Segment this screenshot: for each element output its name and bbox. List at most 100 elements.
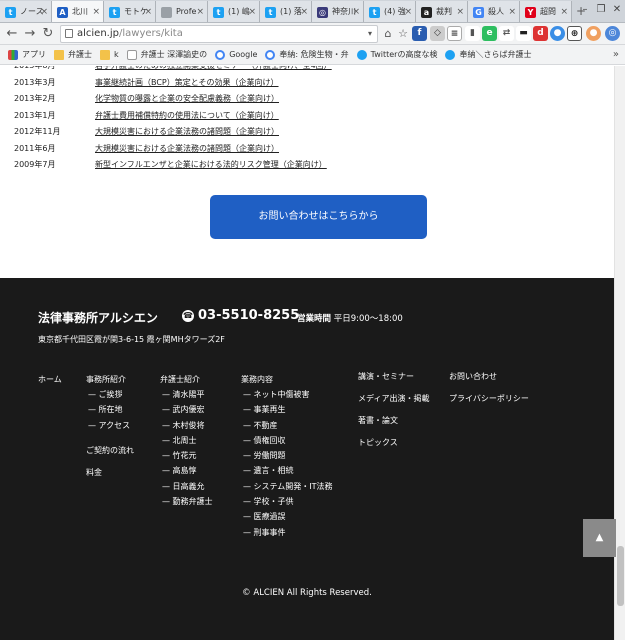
footer-sublink[interactable]: 刑事事件 <box>241 525 333 540</box>
footer-sublink[interactable]: 医療過誤 <box>241 509 333 524</box>
browser-tab[interactable]: t モトケ × <box>104 1 156 22</box>
extension-icon-6[interactable]: d <box>533 26 548 41</box>
tab-close-icon[interactable]: × <box>300 1 308 22</box>
bookmark-item[interactable]: アプリ <box>8 49 46 60</box>
address-bar[interactable]: alcien.jp/lawyers/kita <box>60 25 378 43</box>
scrollbar-thumb[interactable] <box>617 546 624 606</box>
footer-link-home[interactable]: ホーム <box>38 372 62 387</box>
extension-icon-5[interactable]: ▬ <box>516 26 531 41</box>
tab-close-icon[interactable]: × <box>196 1 204 22</box>
tab-close-icon[interactable]: × <box>144 1 152 22</box>
footer-sublink[interactable]: アクセス <box>86 418 134 433</box>
footer-sublink[interactable]: 所在地 <box>86 402 134 417</box>
bookmark-star-icon[interactable]: ☆ <box>395 25 411 43</box>
bookmark-item[interactable]: 奉納: 危険生物・弁 <box>265 49 349 60</box>
publication-link[interactable]: 化学物質の曝露と企業の安全配慮義務（企業向け） <box>95 91 279 108</box>
footer-sublink[interactable]: 高島惇 <box>160 463 213 478</box>
bookmark-label: k <box>114 50 119 59</box>
tab-close-icon[interactable]: × <box>508 1 516 22</box>
browser-tab[interactable]: Y 超問 × <box>520 1 572 22</box>
extension-icon-2[interactable]: ◇ <box>430 26 445 41</box>
extension-icon-7[interactable]: ● <box>550 26 565 41</box>
tab-close-icon[interactable]: × <box>456 1 464 22</box>
footer-heading[interactable]: 弁護士紹介 <box>160 372 213 387</box>
publication-link[interactable]: 大規模災害における企業法務の諸問題（企業向け） <box>95 124 279 141</box>
bookmark-item[interactable]: 奉納＼さらば弁護士 <box>445 49 531 60</box>
contact-button[interactable]: お問い合わせはこちらから <box>210 195 427 239</box>
footer-sublink[interactable]: 勤務弁護士 <box>160 494 213 509</box>
extension-icon-8[interactable]: ⊕ <box>567 26 582 41</box>
phone-number[interactable]: ☎ 03-5510-8255 <box>182 308 299 323</box>
footer-sublink[interactable]: 労働問題 <box>241 448 333 463</box>
footer-sublink[interactable]: 日高義允 <box>160 479 213 494</box>
firm-name[interactable]: 法律事務所アルシエン <box>38 309 158 326</box>
footer-link[interactable]: メディア出演・掲載 <box>358 388 429 410</box>
browser-tab[interactable]: Profe × <box>156 1 208 22</box>
footer-sublink[interactable]: ご挨拶 <box>86 387 134 402</box>
extension-icon-1[interactable]: f <box>412 26 427 41</box>
evernote-icon[interactable]: e <box>482 26 497 41</box>
bookmark-item[interactable]: Twitterの高度な検 <box>356 49 437 60</box>
publication-link[interactable]: 事業継続計画（BCP）策定とその効果（企業向け） <box>95 75 279 92</box>
browser-tab[interactable]: t (4) 強 × <box>364 1 416 22</box>
publication-link[interactable]: 弁護士費用補償特約の使用法について（企業向け） <box>95 108 279 125</box>
publication-link[interactable]: 大規模災害における企業法務の諸問題（企業向け） <box>95 141 279 158</box>
browser-tab[interactable]: ◎ 神奈川 × <box>312 1 364 22</box>
footer-sublink[interactable]: 事業再生 <box>241 402 333 417</box>
footer-link[interactable]: ご契約の流れ <box>86 440 134 462</box>
tab-close-icon[interactable]: × <box>40 1 48 22</box>
tab-close-icon[interactable]: × <box>248 1 256 22</box>
reload-icon[interactable]: ↻ <box>40 25 56 43</box>
browser-tab[interactable]: G 殺人 × <box>468 1 520 22</box>
footer-link[interactable]: トピックス <box>358 432 429 454</box>
footer-sublink[interactable]: 清水陽平 <box>160 387 213 402</box>
tab-close-icon[interactable]: × <box>560 1 568 22</box>
footer-link[interactable]: プライバシーポリシー <box>449 388 529 410</box>
footer-sublink[interactable]: 不動産 <box>241 418 333 433</box>
dropdown-icon[interactable]: ▾ <box>362 25 378 43</box>
footer-link[interactable]: 著書・論文 <box>358 410 429 432</box>
footer-link[interactable]: 講演・セミナー <box>358 366 429 388</box>
browser-tab[interactable]: t (1) 嶋 × <box>208 1 260 22</box>
footer-sublink[interactable]: 債権回収 <box>241 433 333 448</box>
extension-icon-3[interactable]: ≡ <box>447 26 462 41</box>
tab-close-icon[interactable]: × <box>92 1 100 22</box>
footer-link[interactable]: お問い合わせ <box>449 366 529 388</box>
bookmark-item[interactable]: 弁護士 深澤諭史の <box>126 49 207 60</box>
browser-tab[interactable]: t (1) 落 × <box>260 1 312 22</box>
footer-sublink[interactable]: 木村俊将 <box>160 418 213 433</box>
browser-tab[interactable]: t ノース × <box>0 1 52 22</box>
footer-heading[interactable]: 事務所紹介 <box>86 372 134 387</box>
footer-sublink[interactable]: 武内優宏 <box>160 402 213 417</box>
back-icon[interactable]: ← <box>4 25 20 43</box>
footer-sublink[interactable]: システム開発・IT法務 <box>241 479 333 494</box>
footer-sublink[interactable]: 北周士 <box>160 433 213 448</box>
bookmark-item[interactable]: k <box>100 49 119 60</box>
install-icon[interactable]: ⌂ <box>380 25 396 43</box>
restore-icon[interactable]: ❐ <box>593 0 609 20</box>
back-to-top-button[interactable]: ▲ <box>583 519 616 557</box>
minimize-icon[interactable]: – <box>577 0 593 20</box>
bookmark-item[interactable]: 弁護士 <box>54 49 92 60</box>
publication-link[interactable]: 新型インフルエンザと企業における法的リスク管理（企業向け） <box>95 157 327 174</box>
tab-close-icon[interactable]: × <box>404 1 412 22</box>
extension-icon-4[interactable]: ⇄ <box>499 26 514 41</box>
footer-sublink[interactable]: 竹花元 <box>160 448 213 463</box>
menu-icon[interactable]: ◎ <box>605 26 620 41</box>
forward-icon[interactable]: → <box>22 25 38 43</box>
hours-value: 平日9:00〜18:00 <box>333 314 403 324</box>
browser-tab[interactable]: A 北川 × <box>52 1 104 22</box>
footer-sublink[interactable]: 遺言・相続 <box>241 463 333 478</box>
bookmark-ext-icon[interactable]: ▮ <box>465 26 480 41</box>
footer-link[interactable]: 料金 <box>86 462 134 484</box>
close-window-icon[interactable]: ✕ <box>609 0 625 20</box>
bookmark-item[interactable]: Google <box>215 49 257 60</box>
profile-avatar[interactable]: ● <box>586 26 601 41</box>
tab-close-icon[interactable]: × <box>352 1 360 22</box>
footer-sublink[interactable]: 学校・子供 <box>241 494 333 509</box>
footer-sublink[interactable]: ネット中傷被害 <box>241 387 333 402</box>
more-bookmarks-icon[interactable]: » <box>613 49 619 60</box>
publication-link[interactable]: 若手弁護士のための独立開業支援セミナー（弁護士向け、全4回） <box>95 66 332 75</box>
browser-tab[interactable]: a 裁判 × <box>416 1 468 22</box>
footer-heading[interactable]: 業務内容 <box>241 372 333 387</box>
